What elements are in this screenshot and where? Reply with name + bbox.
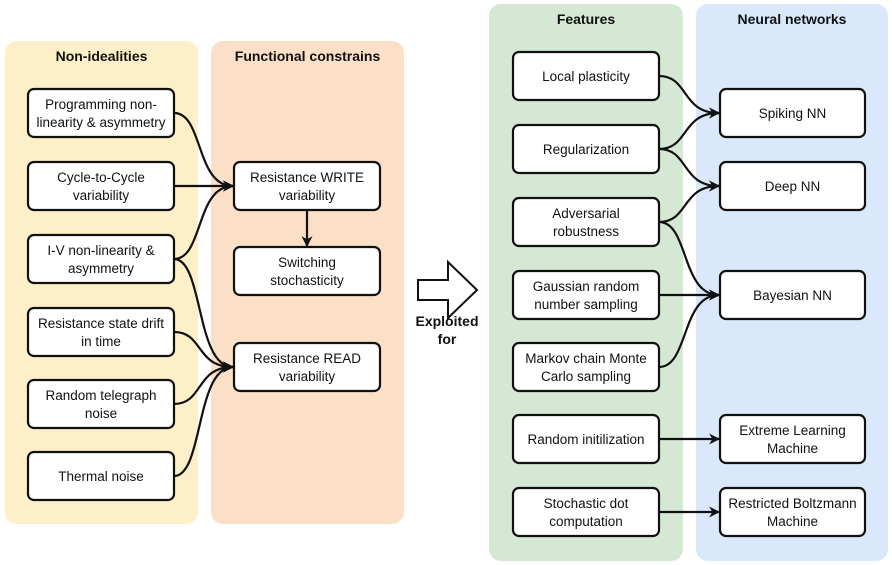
node-iv: I-V non-linearity & asymmetry — [26, 233, 176, 285]
exploited-label-1: Exploited — [415, 313, 478, 329]
node-sdot: Stochastic dot computation — [511, 486, 661, 538]
node-label: Local plasticity — [542, 69, 630, 84]
node-label: Extreme Learning — [739, 423, 846, 438]
node-thermal: Thermal noise — [26, 450, 176, 502]
node-label: stochasticity — [270, 273, 344, 288]
node-label: Adversarial — [552, 206, 620, 221]
node-label: Switching — [278, 255, 336, 270]
node-label: Stochastic dot — [544, 496, 629, 511]
exploited-label-2: for — [438, 331, 457, 347]
node-label: in time — [81, 334, 121, 349]
node-label: Spiking NN — [759, 106, 827, 121]
node-write: Resistance WRITE variability — [232, 160, 382, 212]
node-label: Cycle-to-Cycle — [57, 170, 145, 185]
node-label: Gaussian random — [533, 279, 640, 294]
hollow-arrow-icon — [417, 259, 479, 321]
node-label: robustness — [553, 224, 619, 239]
node-label: Resistance state drift — [38, 316, 164, 331]
node-snn: Spiking NN — [718, 87, 867, 139]
node-read: Resistance READ variability — [232, 341, 382, 393]
node-reg: Regularization — [511, 123, 661, 175]
node-label: number sampling — [534, 297, 638, 312]
node-label: variability — [279, 369, 336, 384]
node-label: Programming non- — [45, 97, 157, 112]
node-gauss: Gaussian random number sampling — [511, 269, 661, 321]
exploited-for-arrow: Exploited for — [415, 259, 479, 347]
node-label: noise — [85, 406, 117, 421]
node-adv: Adversarial robustness — [511, 196, 661, 248]
diagram: Non-idealities Functional constrains Featu… — [5, 4, 888, 561]
panel-title: Neural networks — [738, 11, 847, 27]
node-label: linearity & asymmetry — [36, 115, 165, 130]
node-switch: Switching stochasticity — [232, 245, 382, 297]
panel-title: Non-idealities — [56, 48, 148, 64]
node-dnn: Deep NN — [718, 160, 867, 212]
node-label: variability — [73, 188, 130, 203]
panel-title: Functional constrains — [235, 48, 381, 64]
node-label: I-V non-linearity & — [47, 243, 154, 258]
node-rtn: Random telegraph noise — [26, 378, 176, 430]
node-label: Resistance WRITE — [250, 170, 364, 185]
node-label: Machine — [767, 441, 818, 456]
node-local: Local plasticity — [511, 50, 661, 102]
node-label: Resistance READ — [253, 351, 361, 366]
node-label: Machine — [767, 514, 818, 529]
node-c2c: Cycle-to-Cycle variability — [26, 160, 176, 212]
node-drift: Resistance state drift in time — [26, 306, 176, 358]
node-elm: Extreme Learning Machine — [718, 413, 867, 465]
node-label: variability — [279, 188, 336, 203]
node-label: Regularization — [543, 142, 629, 157]
node-label: Random initilization — [527, 432, 644, 447]
node-label: Random telegraph — [45, 388, 156, 403]
panel-title: Features — [557, 11, 616, 27]
node-label: Bayesian NN — [753, 288, 832, 303]
node-label: Thermal noise — [58, 469, 144, 484]
node-label: Carlo sampling — [541, 369, 631, 384]
node-label: Deep NN — [765, 179, 821, 194]
node-bnn: Bayesian NN — [718, 269, 867, 321]
node-label: computation — [549, 514, 623, 529]
node-label: asymmetry — [68, 261, 134, 276]
node-rbm: Restricted Boltzmann Machine — [718, 486, 867, 538]
node-prog: Programming non-linearity & asymmetry — [26, 87, 176, 139]
node-label: Restricted Boltzmann — [728, 496, 856, 511]
node-label: Markov chain Monte — [525, 351, 647, 366]
node-rinit: Random initilization — [511, 413, 661, 465]
node-mcmc: Markov chain Monte Carlo sampling — [511, 341, 661, 393]
